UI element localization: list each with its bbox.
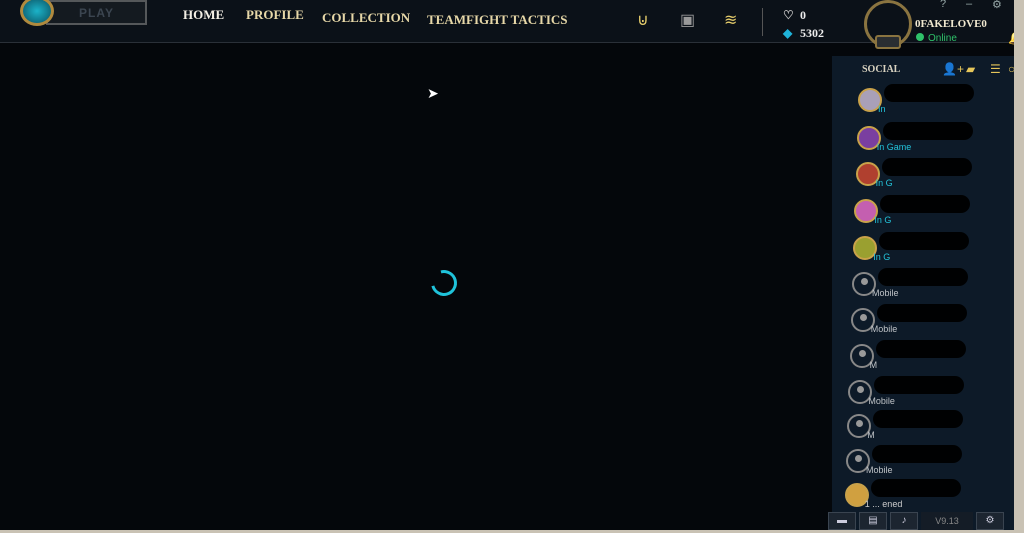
friend-item[interactable]: Mobile (848, 376, 998, 414)
missions-icon[interactable]: ⊍ (637, 10, 649, 30)
friend-item[interactable]: Mobile (850, 304, 1001, 342)
user-status[interactable]: Online (916, 33, 957, 44)
redacted-name (870, 479, 961, 497)
settings-icon[interactable]: ⚙ (992, 0, 1002, 11)
footer-settings-icon[interactable]: ⚙ (976, 512, 1004, 530)
friend-status: Mobile (868, 396, 895, 406)
client-window: PLAY HOME PROFILE COLLECTION TEAMFIGHT T… (0, 0, 1014, 530)
social-footer: ▬ ▤ ♪ V9.13 ⚙ (828, 512, 1014, 530)
blue-essence-icon: ◆ (783, 26, 793, 40)
friend-status: In G (873, 252, 891, 262)
nav-tft[interactable]: TEAMFIGHT TACTICS (427, 12, 568, 28)
friend-status: 1 ... ened (864, 499, 903, 509)
status-label: Online (928, 33, 957, 44)
loading-spinner-icon (426, 265, 462, 301)
rp-count: 0 (800, 8, 806, 22)
redacted-name (874, 376, 965, 394)
friend-item[interactable]: In Game (856, 122, 1007, 160)
top-nav-bar: PLAY HOME PROFILE COLLECTION TEAMFIGHT T… (0, 0, 1014, 49)
redacted-name (882, 122, 973, 140)
redacted-name (875, 340, 966, 358)
search-icon[interactable]: ○ (1008, 62, 1014, 76)
nav-home[interactable]: HOME (183, 7, 224, 23)
redacted-name (873, 410, 964, 428)
files-icon[interactable]: ▤ (859, 512, 887, 530)
version-label: V9.13 (921, 512, 973, 530)
minimize-icon[interactable]: – (966, 0, 972, 10)
friend-status: Mobile (872, 288, 899, 298)
friend-status: In (878, 104, 886, 114)
rp-icon: ♡ (783, 8, 794, 22)
mic-icon[interactable]: ♪ (890, 512, 918, 530)
redacted-name (880, 195, 971, 213)
friend-item[interactable]: Mobile (846, 445, 996, 483)
add-folder-icon[interactable]: ▰ (966, 62, 975, 76)
redacted-name (876, 304, 967, 322)
social-panel: SOCIAL 👤+ ▰ ☰ ○ In In Game In G In G In G Mob… (832, 56, 1014, 530)
redacted-name (881, 158, 972, 176)
friend-status: Mobile (870, 324, 898, 334)
online-dot-icon (916, 33, 924, 41)
nav-profile[interactable]: PROFILE (246, 7, 304, 23)
friend-status: In Game (876, 142, 912, 152)
redacted-name (884, 84, 974, 102)
profile-avatar[interactable] (864, 0, 912, 49)
help-icon[interactable]: ? (940, 0, 946, 10)
friend-item[interactable]: In G (855, 158, 1006, 196)
friend-status: M (869, 360, 878, 370)
play-button[interactable]: PLAY (46, 0, 147, 25)
friend-item[interactable]: In G (854, 195, 1004, 233)
redacted-name (872, 445, 962, 463)
social-title: SOCIAL (862, 64, 901, 75)
friend-status: Mobile (866, 465, 893, 475)
list-icon[interactable]: ☰ (990, 62, 1001, 76)
friend-status: M (867, 430, 875, 440)
username: 0FAKELOVE0 (915, 18, 987, 30)
friend-item[interactable]: M (849, 340, 1000, 378)
nav-collection[interactable]: COLLECTION (322, 10, 410, 26)
be-count: 5302 (800, 26, 824, 40)
redacted-name (879, 232, 970, 250)
friend-item[interactable]: In G (853, 232, 1003, 270)
friend-item[interactable]: M (847, 410, 997, 448)
mouse-cursor-icon: ➤ (427, 85, 439, 101)
friend-item[interactable]: Mobile (852, 268, 1002, 306)
redacted-name (878, 268, 968, 286)
divider (762, 8, 763, 36)
friend-status: In G (874, 215, 892, 225)
notification-bell-icon[interactable]: 🔔 (1008, 30, 1014, 46)
friend-status: In G (875, 178, 893, 188)
add-friend-icon[interactable]: 👤+ (942, 62, 964, 76)
clash-icon[interactable]: ▣ (680, 10, 695, 30)
store-icon[interactable]: ≋ (724, 10, 737, 30)
level-plate (875, 35, 901, 49)
chat-icon[interactable]: ▬ (828, 512, 856, 530)
friend-item[interactable]: In (858, 84, 1008, 122)
